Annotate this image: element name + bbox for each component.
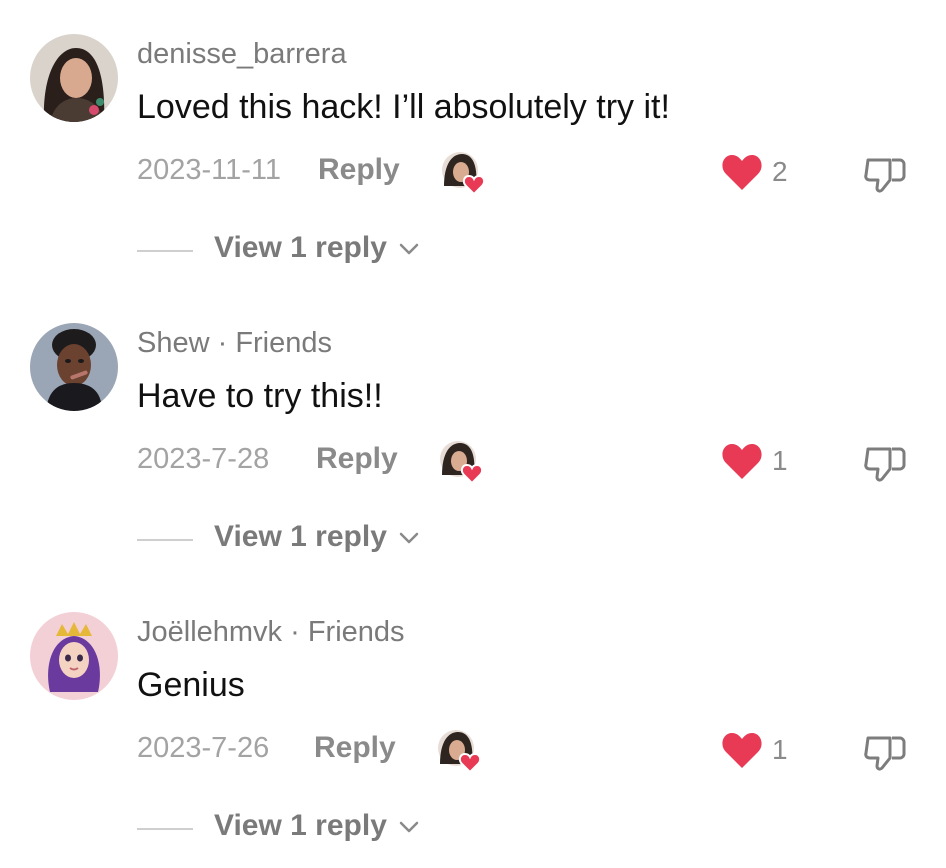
comment-date: 2023-7-28	[137, 443, 270, 475]
reply-button[interactable]: Reply	[316, 442, 398, 476]
thumbs-down-icon[interactable]	[862, 443, 908, 483]
divider	[137, 828, 193, 830]
divider	[137, 250, 193, 252]
heart-icon[interactable]	[720, 441, 764, 481]
like-count: 1	[772, 445, 788, 476]
like-count: 1	[772, 734, 788, 765]
avatar[interactable]	[30, 34, 118, 122]
creator-liked-icon	[436, 728, 484, 774]
view-replies-button[interactable]: View 1 reply	[214, 520, 419, 554]
view-replies-button[interactable]: View 1 reply	[214, 231, 419, 265]
reply-button[interactable]: Reply	[318, 153, 400, 187]
thumbs-down-icon[interactable]	[862, 154, 908, 194]
chevron-down-icon	[399, 243, 419, 255]
comment-item: Joëllehmvk · Friends Genius 2023-7-26 Re…	[0, 578, 946, 867]
comment-username[interactable]: Shew · Friends	[137, 327, 332, 360]
comment-date: 2023-7-26	[137, 732, 270, 764]
view-replies-button[interactable]: View 1 reply	[214, 809, 419, 843]
avatar[interactable]	[30, 612, 118, 700]
comment-item: denisse_barrera Loved this hack! I’ll ab…	[0, 0, 946, 289]
view-replies-label: View 1 reply	[214, 809, 387, 842]
thumbs-down-icon[interactable]	[862, 732, 908, 772]
chevron-down-icon	[399, 532, 419, 544]
reply-button[interactable]: Reply	[314, 731, 396, 765]
chevron-down-icon	[399, 821, 419, 833]
view-replies-label: View 1 reply	[214, 231, 387, 264]
heart-icon[interactable]	[720, 730, 764, 770]
comment-username[interactable]: denisse_barrera	[137, 38, 347, 71]
comment-text: Have to try this!!	[137, 377, 383, 415]
comment-date: 2023-11-11	[137, 154, 282, 186]
creator-liked-icon	[440, 150, 488, 196]
comment-text: Loved this hack! I’ll absolutely try it!	[137, 88, 670, 126]
comment-text: Genius	[137, 666, 245, 704]
heart-icon[interactable]	[720, 152, 764, 192]
comment-username[interactable]: Joëllehmvk · Friends	[137, 616, 405, 649]
creator-liked-icon	[438, 439, 486, 485]
comment-item: Shew · Friends Have to try this!! 2023-7…	[0, 289, 946, 578]
divider	[137, 539, 193, 541]
like-count: 2	[772, 156, 788, 187]
view-replies-label: View 1 reply	[214, 520, 387, 553]
avatar[interactable]	[30, 323, 118, 411]
